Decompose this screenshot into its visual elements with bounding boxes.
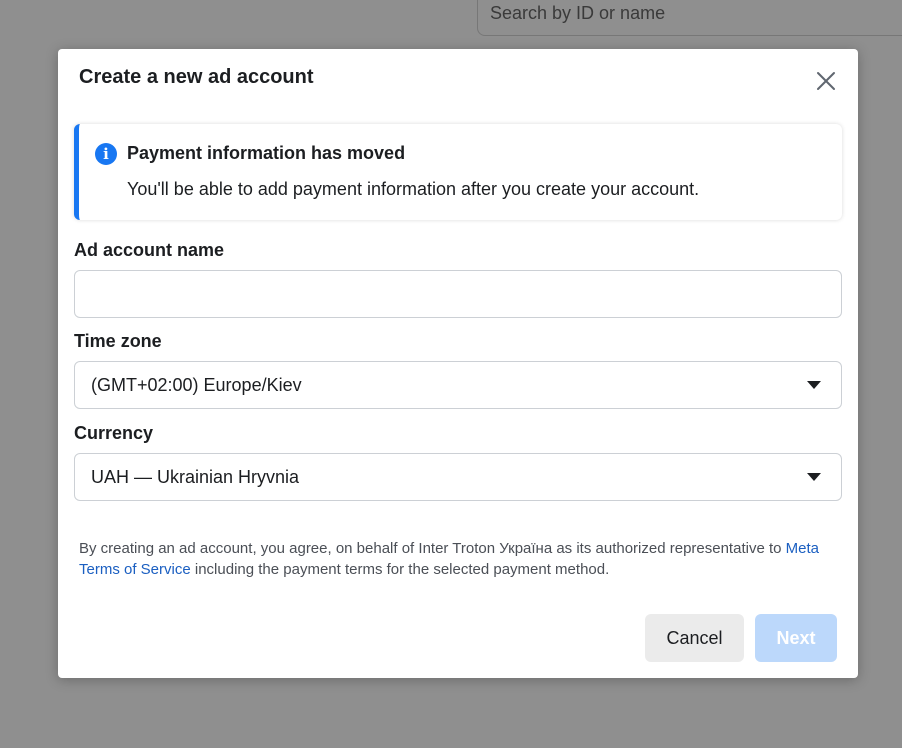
terms-suffix: including the payment terms for the sele… <box>190 561 610 578</box>
terms-notice: By creating an ad account, you agree, on… <box>79 538 839 580</box>
close-icon <box>817 72 835 90</box>
ad-account-name-label: Ad account name <box>74 240 225 260</box>
time-zone-select[interactable]: (GMT+02:00) Europe/Kiev <box>74 361 842 409</box>
ad-account-name-input[interactable] <box>74 270 842 318</box>
cancel-button[interactable]: Cancel <box>645 614 744 662</box>
currency-select[interactable]: UAH — Ukrainian Hryvnia <box>74 453 842 501</box>
background-search-placeholder: Search by ID or name <box>490 3 666 23</box>
time-zone-label: Time zone <box>74 331 162 351</box>
info-icon: i <box>95 143 117 165</box>
info-banner-text: You'll be able to add payment informatio… <box>127 179 700 199</box>
close-button[interactable] <box>812 67 840 95</box>
chevron-down-icon <box>807 381 821 389</box>
currency-value: UAH — Ukrainian Hryvnia <box>91 467 300 487</box>
payment-info-banner: i Payment information has moved You'll b… <box>74 124 842 220</box>
create-ad-account-dialog: Create a new ad account i Payment inform… <box>58 49 858 678</box>
background-search-field: Search by ID or name <box>477 0 902 36</box>
terms-prefix: By creating an ad account, you agree, on… <box>79 540 786 557</box>
chevron-down-icon <box>807 473 821 481</box>
currency-label: Currency <box>74 423 154 443</box>
next-button[interactable]: Next <box>755 614 837 662</box>
time-zone-value: (GMT+02:00) Europe/Kiev <box>91 375 302 395</box>
dialog-title: Create a new ad account <box>79 66 314 88</box>
info-banner-title: Payment information has moved <box>127 143 406 163</box>
